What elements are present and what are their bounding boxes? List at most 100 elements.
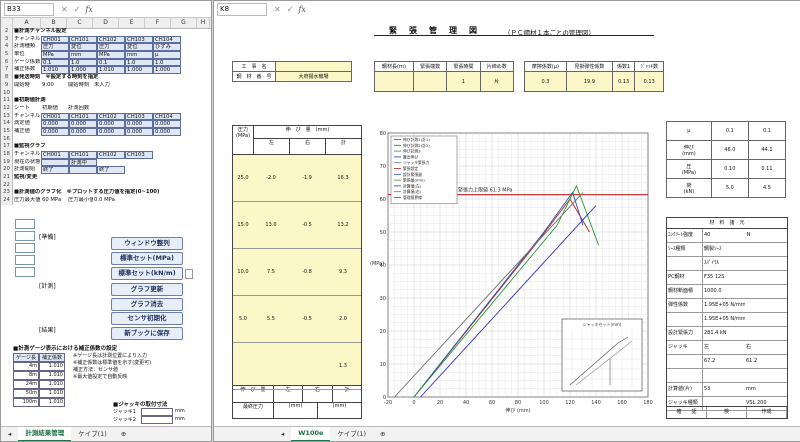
sheet-cell[interactable]: 0.0 MPa — [93, 197, 119, 205]
side-value[interactable]: 4.5 — [747, 178, 787, 198]
name-box[interactable]: K8 — [217, 2, 267, 16]
sheet-cell[interactable]: 0.1 — [41, 58, 69, 67]
table-cell[interactable] — [374, 71, 414, 92]
row-number[interactable]: 23 — [1, 189, 13, 198]
sheet-cell[interactable]: 補正係数 — [13, 66, 41, 74]
elongation-cell[interactable]: 1.3 — [325, 363, 361, 369]
info-value-project[interactable] — [275, 61, 352, 72]
sheet-cell[interactable]: 計測種類 — [13, 43, 41, 51]
function-icon[interactable]: fx — [298, 5, 305, 14]
sheet-cell[interactable]: CH001 — [41, 151, 69, 159]
corner-cell[interactable] — [1, 18, 13, 28]
sheet-cell[interactable]: CH102 — [97, 35, 125, 44]
spec-value[interactable] — [745, 243, 787, 256]
spec-value[interactable]: 1.95E+05 N/mm2 — [703, 313, 745, 326]
elongation-cell[interactable]: 7.5 — [253, 269, 289, 275]
input-cell[interactable] — [15, 267, 35, 277]
elongation-cell[interactable]: -1.9 — [289, 175, 325, 181]
sheet-cell[interactable]: CH104 — [153, 35, 181, 44]
sheet-cell[interactable]: 圧力最小値 — [67, 197, 93, 205]
table-cell[interactable]: 0.3 — [524, 71, 567, 92]
tab-scroll-left-icon[interactable]: ◂ — [1, 428, 18, 441]
sheet-cell[interactable]: 1.000 — [153, 66, 181, 75]
spec-value[interactable] — [703, 369, 787, 382]
sheet-cell[interactable]: 計測回数 — [67, 105, 93, 113]
confirm-icon[interactable]: ✓ — [287, 5, 294, 14]
sheet-cell[interactable]: チャンネル — [13, 151, 41, 159]
save-book-button[interactable]: 新ブックに保存 — [111, 327, 183, 340]
name-box[interactable]: B33 — [4, 2, 54, 16]
sheet-cell[interactable]: 1.0 — [125, 58, 153, 67]
col-header-e[interactable]: E — [119, 18, 145, 28]
elongation-cell[interactable]: -2.0 — [253, 175, 289, 181]
spec-value[interactable]: 1.95E+05 N/mm2 — [703, 299, 745, 312]
sheet-cell[interactable]: 1.010 — [41, 66, 69, 75]
sheet-cell[interactable]: 初期値 — [41, 105, 67, 113]
sheet-cell[interactable]: 圧力最大値 — [13, 197, 41, 205]
side-value[interactable]: 0.1 — [710, 121, 749, 141]
spec-value[interactable]: 40 — [703, 229, 745, 242]
sheet-cell[interactable]: 0.000 — [125, 127, 153, 136]
row-number[interactable]: 17 — [1, 143, 13, 151]
sheet-cell[interactable]: 1.000 — [125, 66, 153, 75]
spec-value[interactable] — [745, 299, 787, 312]
sheet-cell[interactable]: 単位 — [13, 51, 41, 59]
input-cell[interactable] — [15, 219, 35, 229]
sheet-cell[interactable]: チャンネル — [13, 36, 41, 44]
row-number[interactable]: 4 — [1, 43, 13, 52]
sheet-cell[interactable]: 1.0 — [69, 58, 97, 67]
correction-cell[interactable]: 1.010 — [39, 362, 65, 371]
table-cell[interactable]: 片 — [479, 71, 515, 92]
sheet-cell[interactable]: 現在の状態 — [13, 159, 41, 167]
sheet-cell[interactable]: CH103 — [125, 151, 153, 159]
spec-value[interactable]: 左 — [703, 341, 745, 354]
correction-cell[interactable]: 4m — [13, 362, 39, 371]
sheet-cell[interactable]: 9:00 — [41, 82, 67, 90]
row-number[interactable]: 7 — [1, 66, 13, 75]
pressure-cell[interactable]: 15.0 — [233, 222, 253, 228]
spec-value[interactable]: 61.2 — [745, 355, 787, 368]
side-value[interactable]: 44.1 — [747, 140, 787, 160]
manual-set-2-button[interactable]: 標準セット(kN/m) — [111, 267, 183, 280]
spec-value[interactable]: 右 — [745, 341, 787, 354]
sheet-cell[interactable]: シート — [13, 105, 41, 113]
graph-reset-button[interactable]: グラフ消去 — [111, 298, 183, 311]
correction-cell[interactable]: 100m — [13, 398, 39, 407]
sheet-cell[interactable]: CH102 — [97, 112, 125, 121]
col-header-g[interactable]: G — [171, 18, 197, 28]
correction-cell[interactable]: 1.010 — [39, 371, 65, 380]
elongation-cell[interactable]: 2.0 — [325, 316, 361, 322]
sheet-cell[interactable]: CH101 — [69, 151, 97, 159]
row-number[interactable]: 16 — [1, 135, 13, 144]
sheet-cell[interactable]: CH001 — [41, 35, 69, 44]
add-sheet-icon[interactable]: ⊕ — [373, 428, 392, 441]
correction-cell[interactable]: 50m — [13, 389, 39, 398]
spec-value[interactable]: 鋼製ｼｰｽ — [703, 243, 745, 256]
sheet-cell[interactable]: 変位 — [69, 43, 97, 52]
sheet-cell[interactable]: 0.000 — [97, 120, 125, 128]
sheet-cell[interactable]: 補正値 — [13, 128, 41, 136]
tab-keibu[interactable]: ケイブ(1) — [71, 428, 114, 441]
sheet-cell[interactable]: 0.000 — [69, 127, 97, 136]
sheet-cell[interactable]: 開始時 — [13, 82, 41, 90]
row-number[interactable]: 10 — [1, 89, 13, 98]
row-number[interactable]: 6 — [1, 58, 13, 67]
graph-update-button[interactable]: グラフ更新 — [111, 283, 183, 296]
sheet-cell[interactable]: 未入力 — [93, 82, 119, 90]
jack-value[interactable] — [141, 408, 173, 416]
sheet-cell[interactable]: 圧力 — [41, 43, 69, 52]
sheet-cell[interactable]: 0.000 — [125, 120, 153, 128]
row-number[interactable]: 13 — [1, 112, 13, 121]
spec-value[interactable] — [745, 327, 787, 340]
correction-cell[interactable]: 1.010 — [39, 380, 65, 389]
spec-value[interactable]: ｽﾊﾟｲﾗﾙ — [703, 257, 745, 270]
spec-value[interactable]: 281.4 kN — [703, 327, 745, 340]
sheet-cell[interactable]: MPa — [41, 51, 69, 59]
small-indicator[interactable] — [185, 269, 193, 279]
row-number[interactable]: 15 — [1, 127, 13, 136]
info-value-steel[interactable]: 大府揚水機場 — [275, 71, 352, 82]
table-cell[interactable] — [412, 71, 448, 92]
sheet-cell[interactable]: CH104 — [153, 112, 181, 121]
sheet-cell[interactable]: 0.1 — [97, 58, 125, 67]
spec-value[interactable]: F35 12S — [703, 271, 745, 284]
